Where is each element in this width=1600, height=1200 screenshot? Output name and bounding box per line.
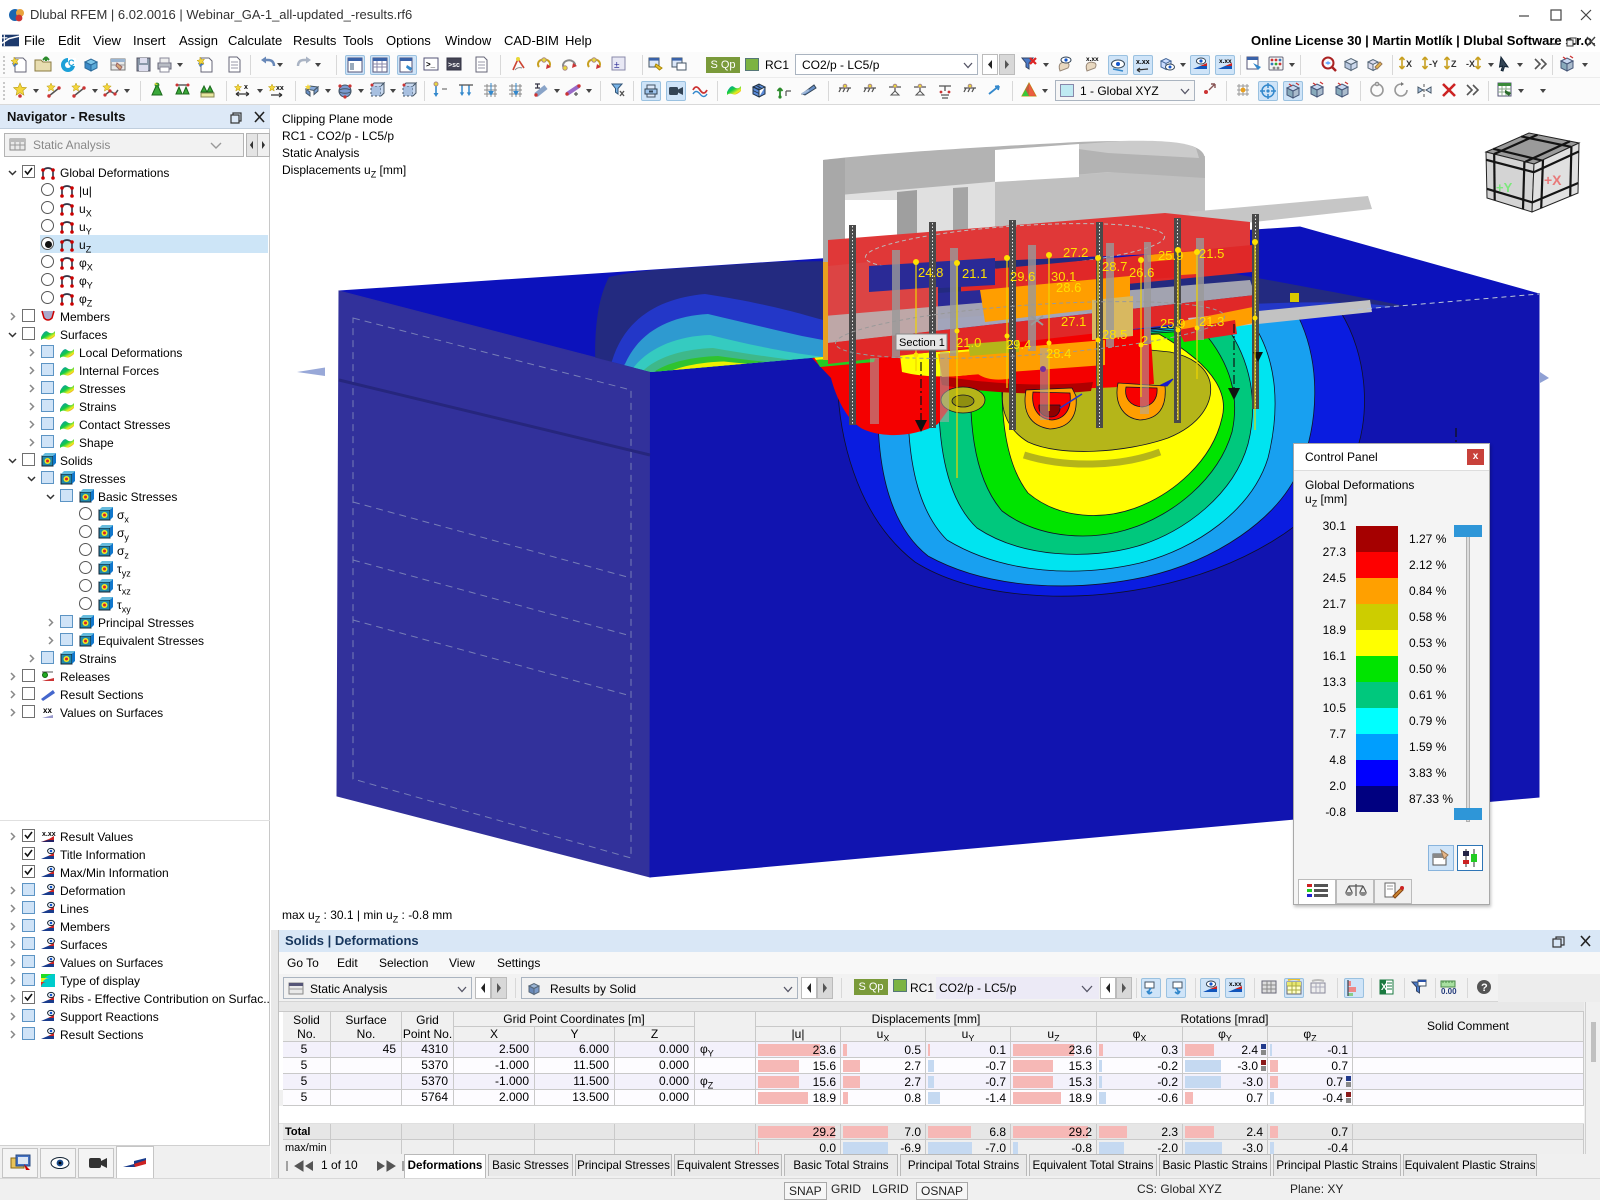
svg-text:x.xx: x.xx	[1136, 59, 1150, 66]
svg-text:28.4: 28.4	[1046, 346, 1071, 361]
svg-text:21.3: 21.3	[1199, 314, 1224, 329]
svg-text:28.5: 28.5	[1102, 327, 1127, 342]
svg-text:21.1: 21.1	[962, 266, 987, 281]
svg-text:?: ?	[1481, 982, 1488, 994]
svg-text:27.2: 27.2	[1063, 245, 1088, 260]
svg-text:+Y: +Y	[1496, 180, 1513, 195]
svg-text:Section 1: Section 1	[899, 337, 945, 349]
svg-text:Z: Z	[1451, 59, 1457, 69]
svg-text:28.6: 28.6	[1056, 280, 1081, 295]
svg-text:26.6: 26.6	[1129, 265, 1154, 280]
svg-text:21.0: 21.0	[956, 335, 981, 350]
svg-text:+X: +X	[1544, 172, 1562, 188]
svg-text:-X: -X	[1466, 59, 1475, 69]
svg-text:x.xx: x.xx	[1086, 56, 1099, 63]
svg-text:X: X	[1406, 59, 1412, 69]
svg-text:>sc: >sc	[448, 62, 460, 69]
svg-text:X: X	[1381, 982, 1387, 992]
svg-text:25.9: 25.9	[1158, 248, 1183, 263]
svg-text:25.9: 25.9	[1160, 316, 1185, 331]
svg-text:xx: xx	[276, 85, 284, 92]
svg-text:28.7: 28.7	[1102, 259, 1127, 274]
svg-text:24.8: 24.8	[918, 265, 943, 280]
svg-text:27.1: 27.1	[1061, 314, 1086, 329]
svg-text:xx: xx	[43, 706, 52, 715]
svg-text:29.6: 29.6	[1010, 269, 1035, 284]
svg-text:0.00: 0.00	[1441, 987, 1457, 996]
svg-text:>_: >_	[426, 60, 436, 69]
svg-text:-Y: -Y	[1429, 59, 1438, 69]
svg-text:x.xx: x.xx	[1219, 58, 1232, 65]
svg-text:C: C	[68, 58, 75, 68]
svg-text:x: x	[244, 84, 248, 91]
svg-text:21.5: 21.5	[1199, 246, 1224, 261]
svg-text:29.4: 29.4	[1006, 337, 1031, 352]
svg-text:x.xx: x.xx	[1229, 981, 1242, 988]
svg-text:2: 2	[1141, 333, 1148, 348]
svg-text:±: ±	[614, 60, 620, 71]
